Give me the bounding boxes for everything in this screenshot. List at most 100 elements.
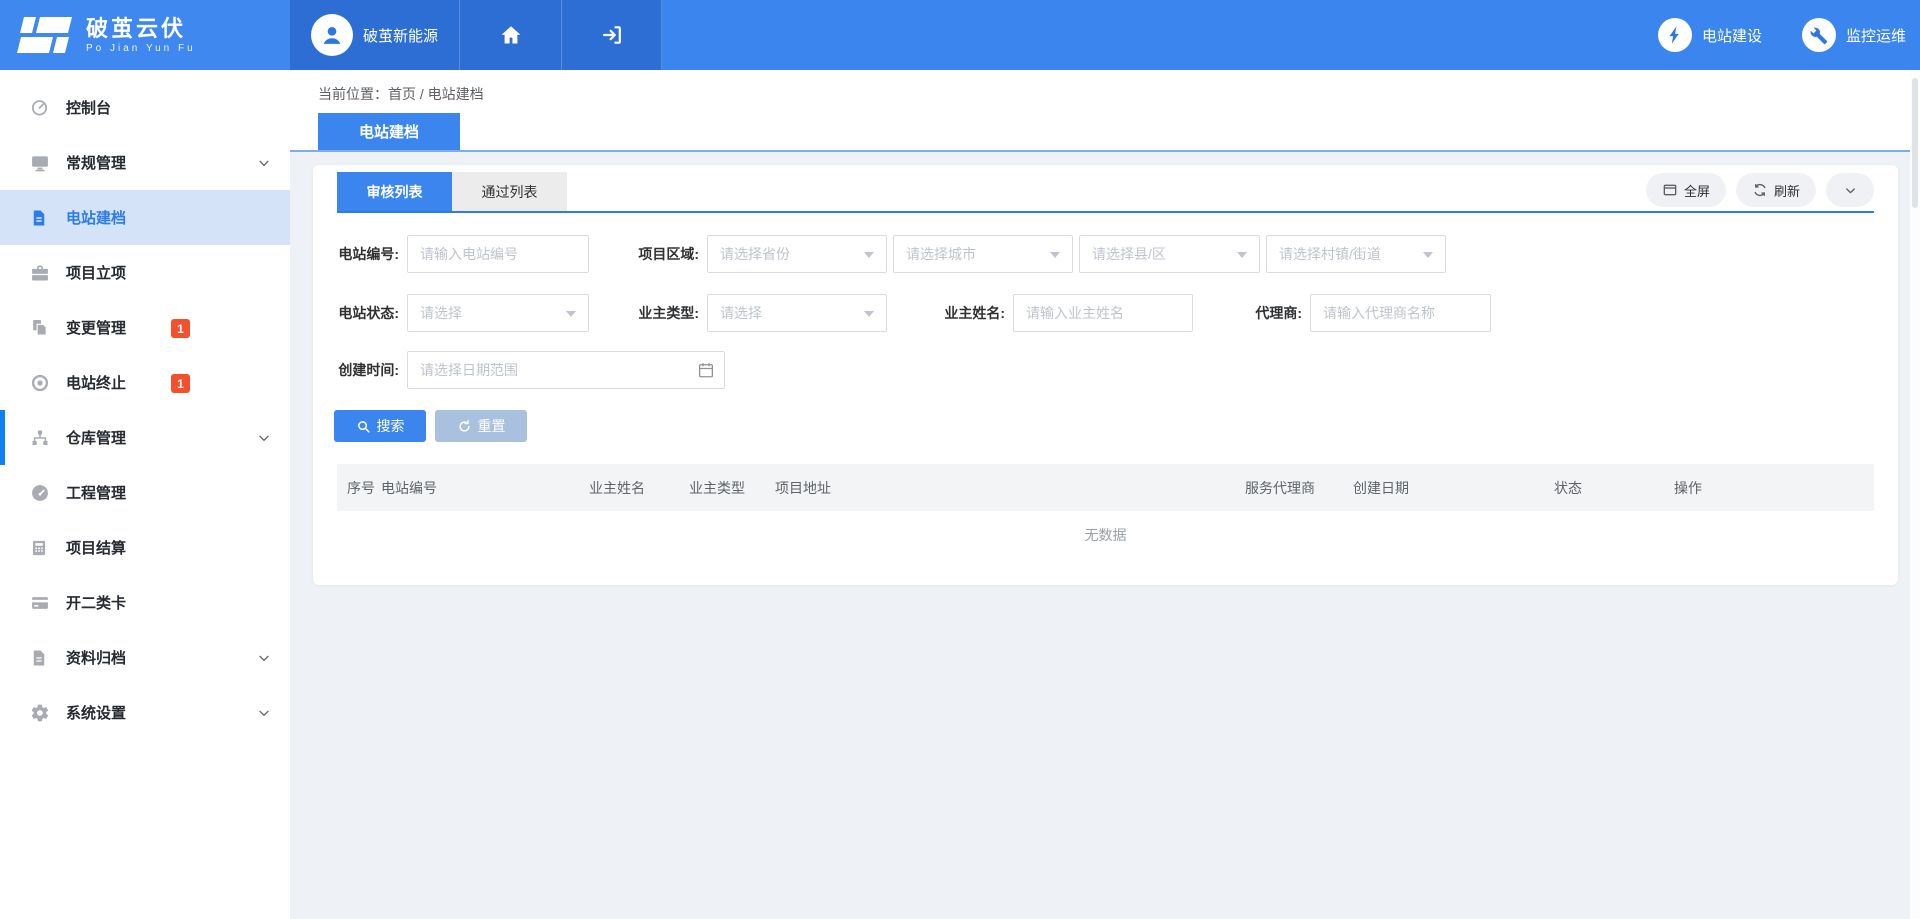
nav-monitor-ops[interactable]: 监控运维 xyxy=(1802,18,1906,52)
calculator-icon xyxy=(30,538,50,558)
bolt-icon xyxy=(1658,18,1692,52)
col-station-no: 电站编号 xyxy=(381,478,589,498)
breadcrumb-bar: 当前位置：首页 / 电站建档 电站建档 xyxy=(290,70,1920,150)
sidebar-item-data-archive[interactable]: 资料归档 xyxy=(0,630,290,685)
company-name: 破茧新能源 xyxy=(363,25,438,46)
briefcase-icon xyxy=(30,263,50,283)
main-content: 当前位置：首页 / 电站建档 电站建档 审核列表 通过列表 全屏 刷新 xyxy=(290,70,1920,919)
caret-down-icon xyxy=(864,252,874,258)
panel-tabs: 审核列表 通过列表 全屏 刷新 xyxy=(337,165,1874,213)
target-icon xyxy=(30,373,50,393)
sidebar-item-change-mgmt[interactable]: 变更管理 1 xyxy=(0,300,290,355)
sidebar-item-station-terminate[interactable]: 电站终止 1 xyxy=(0,355,290,410)
sidebar-item-dashboard[interactable]: 控制台 xyxy=(0,80,290,135)
chevron-down-icon xyxy=(256,650,272,666)
date-range-input[interactable] xyxy=(407,351,725,389)
sidebar-item-project-initiation[interactable]: 项目立项 xyxy=(0,245,290,300)
window-icon xyxy=(1662,182,1678,198)
table-header: 序号 电站编号 业主姓名 业主类型 项目地址 服务代理商 创建日期 状态 操作 xyxy=(337,464,1874,511)
station-status-select[interactable]: 请选择 xyxy=(407,294,589,332)
logout-button[interactable] xyxy=(562,0,662,70)
filter-owner-name: 业主姓名: xyxy=(929,294,1193,332)
sidebar-item-warehouse-mgmt[interactable]: 仓库管理 xyxy=(0,410,290,465)
brand-subtitle: Po Jian Yun Fu xyxy=(86,43,196,54)
filter-station-status: 电站状态: 请选择 xyxy=(333,294,589,332)
nav-station-build[interactable]: 电站建设 xyxy=(1658,18,1762,52)
scrollbar-thumb[interactable] xyxy=(1912,78,1918,208)
gear-icon xyxy=(30,703,50,723)
filter-region: 项目区域: 请选择省份 请选择城市 请选择县/区 请选择村镇/街道 xyxy=(631,235,1446,273)
avatar xyxy=(311,14,353,56)
wrench-icon xyxy=(1802,18,1836,52)
refresh-button[interactable]: 刷新 xyxy=(1736,173,1816,207)
gauge-icon xyxy=(30,98,50,118)
document-icon xyxy=(30,208,50,228)
breadcrumb-path[interactable]: 首页 / 电站建档 xyxy=(388,86,484,102)
copy-pages-icon xyxy=(30,318,50,338)
col-address: 项目地址 xyxy=(775,478,1245,498)
owner-name-input[interactable] xyxy=(1013,294,1193,332)
station-no-input[interactable] xyxy=(407,235,589,273)
home-icon xyxy=(499,23,523,47)
caret-down-icon xyxy=(1237,252,1247,258)
breadcrumb-label: 当前位置： xyxy=(318,86,388,102)
nav-monitor-ops-label: 监控运维 xyxy=(1846,25,1906,46)
reset-button[interactable]: 重置 xyxy=(435,410,527,442)
sidebar-item-system-settings[interactable]: 系统设置 xyxy=(0,685,290,740)
archive-doc-icon xyxy=(30,648,50,668)
caret-down-icon xyxy=(566,311,576,317)
top-bar: 破茧云伏 Po Jian Yun Fu 破茧新能源 电站建设 监控运维 xyxy=(0,0,1920,70)
city-select[interactable]: 请选择城市 xyxy=(893,235,1073,273)
sitemap-icon xyxy=(30,428,50,448)
sidebar-item-general-mgmt[interactable]: 常规管理 xyxy=(0,135,290,190)
agent-input[interactable] xyxy=(1310,294,1491,332)
content-panel: 审核列表 通过列表 全屏 刷新 电站编号: 项目区域: xyxy=(313,165,1898,585)
empty-state: 无数据 xyxy=(313,525,1898,545)
chevron-down-icon xyxy=(256,155,272,171)
filter-owner-type: 业主类型: 请选择 xyxy=(631,294,887,332)
brand-title: 破茧云伏 xyxy=(86,17,196,41)
collapse-button[interactable] xyxy=(1826,173,1874,207)
search-button[interactable]: 搜索 xyxy=(334,410,426,442)
col-seq: 序号 xyxy=(347,478,381,498)
brand-logo: 破茧云伏 Po Jian Yun Fu xyxy=(0,0,290,70)
sidebar-item-open-card[interactable]: 开二类卡 xyxy=(0,575,290,630)
col-status: 状态 xyxy=(1554,478,1674,498)
col-create-date: 创建日期 xyxy=(1353,478,1554,498)
breadcrumb: 当前位置：首页 / 电站建档 xyxy=(318,84,484,104)
chevron-down-icon xyxy=(256,430,272,446)
sidebar-item-project-settlement[interactable]: 项目结算 xyxy=(0,520,290,575)
caret-down-icon xyxy=(1423,252,1433,258)
monitor-icon xyxy=(30,153,50,173)
company-menu[interactable]: 破茧新能源 xyxy=(290,0,460,70)
filter-station-no: 电站编号: xyxy=(333,235,589,273)
nav-station-build-label: 电站建设 xyxy=(1702,25,1762,46)
calendar-icon[interactable] xyxy=(697,361,715,379)
col-agent: 服务代理商 xyxy=(1245,478,1353,498)
search-icon xyxy=(356,419,371,434)
page-tab-station-archive[interactable]: 电站建档 xyxy=(318,113,460,150)
scrollbar-track[interactable] xyxy=(1910,70,1920,919)
county-select[interactable]: 请选择县/区 xyxy=(1079,235,1260,273)
login-arrow-icon xyxy=(600,23,624,47)
sidebar-item-station-archive[interactable]: 电站建档 xyxy=(0,190,290,245)
town-select[interactable]: 请选择村镇/街道 xyxy=(1266,235,1446,273)
province-select[interactable]: 请选择省份 xyxy=(707,235,887,273)
fullscreen-button[interactable]: 全屏 xyxy=(1646,173,1726,207)
user-icon xyxy=(319,22,345,48)
col-actions: 操作 xyxy=(1674,478,1874,498)
brand-logo-icon xyxy=(18,14,74,56)
col-owner-type: 业主类型 xyxy=(689,478,775,498)
tab-passed-list[interactable]: 通过列表 xyxy=(452,172,567,211)
speedometer-icon xyxy=(30,483,50,503)
refresh-icon xyxy=(1752,182,1768,198)
station-terminate-badge: 1 xyxy=(171,374,190,393)
sidebar: 控制台 常规管理 电站建档 项目立项 变更管理 1 电站终止 1 仓库管理 工程… xyxy=(0,70,290,919)
sidebar-item-engineering-mgmt[interactable]: 工程管理 xyxy=(0,465,290,520)
card-icon xyxy=(30,593,50,613)
owner-type-select[interactable]: 请选择 xyxy=(707,294,887,332)
tab-review-list[interactable]: 审核列表 xyxy=(337,172,452,211)
chevron-down-icon xyxy=(256,705,272,721)
home-button[interactable] xyxy=(460,0,562,70)
filter-create-time: 创建时间: xyxy=(333,351,725,389)
